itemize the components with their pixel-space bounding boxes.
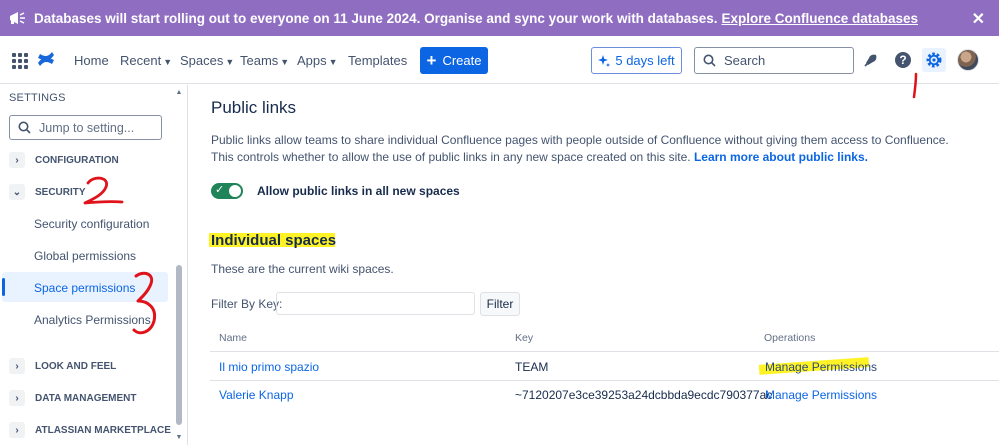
learn-more-link[interactable]: Learn more about public links. [694, 150, 868, 164]
sidebar-section-security[interactable]: ⌄ SECURITY [9, 184, 86, 200]
sidebar-search-placeholder: Jump to setting... [39, 120, 135, 135]
trial-button[interactable]: 5 days left [591, 47, 682, 74]
scroll-down-icon[interactable]: ▼ [175, 434, 183, 441]
section-label: DATA MANAGEMENT [35, 392, 137, 404]
nav-spaces[interactable]: Spaces ▼ [180, 53, 234, 68]
toggle-label: Allow public links in all new spaces [257, 184, 460, 198]
create-button[interactable]: + Create [420, 47, 488, 74]
public-links-description: Public links allow teams to share indivi… [211, 132, 971, 166]
section-label: SECURITY [35, 186, 86, 198]
close-icon[interactable]: ✕ [972, 9, 985, 29]
sparkle-icon [598, 54, 611, 67]
chevron-right-icon: › [9, 152, 25, 168]
sidebar-section-configuration[interactable]: › CONFIGURATION [9, 152, 119, 168]
sidebar-item-global-permissions[interactable]: Global permissions [34, 249, 136, 263]
banner-link[interactable]: Explore Confluence databases [721, 11, 918, 26]
column-header-name: Name [219, 332, 248, 344]
table-divider [210, 351, 999, 352]
sidebar-item-analytics-permissions[interactable]: Analytics Permissions [34, 313, 151, 327]
settings-button[interactable] [922, 48, 946, 72]
sidebar-search-input[interactable]: Jump to setting... [9, 115, 162, 140]
sidebar-section-data-management[interactable]: › DATA MANAGEMENT [9, 390, 136, 406]
scroll-up-icon[interactable]: ▲ [175, 89, 183, 96]
chevron-right-icon: › [9, 358, 25, 374]
nav-recent-label: Recent [120, 53, 162, 68]
chevron-right-icon: › [9, 390, 25, 406]
sidebar-item-space-permissions[interactable]: Space permissions [34, 281, 135, 295]
nav-templates[interactable]: Templates [348, 53, 407, 68]
chevron-down-icon: ▼ [163, 57, 173, 67]
nav-apps[interactable]: Apps ▼ [297, 53, 338, 68]
nav-apps-label: Apps [297, 53, 327, 68]
individual-spaces-title: Individual spaces [211, 232, 337, 249]
column-header-key: Key [515, 332, 534, 344]
main-content: Public links Public links allow teams to… [189, 85, 999, 445]
notification-icon [864, 54, 877, 67]
nav-spaces-label: Spaces [180, 53, 224, 68]
filter-label: Filter By Key: [211, 297, 283, 311]
plus-icon: + [426, 51, 437, 70]
announcement-banner: Databases will start rolling out to ever… [0, 0, 999, 36]
scrollbar-thumb[interactable] [176, 265, 182, 425]
table-divider [210, 380, 999, 381]
manage-permissions-link[interactable]: Manage Permissions [765, 360, 877, 374]
top-navigation: Home Recent ▼ Spaces ▼ Teams ▼ Apps ▼ Templa… [0, 36, 999, 84]
sidebar-section-look-and-feel[interactable]: › LOOK AND FEEL [9, 358, 116, 374]
manage-permissions-link[interactable]: Manage Permissions [765, 388, 877, 402]
check-icon: ✓ [215, 184, 225, 196]
toggle-knob [229, 185, 241, 197]
page-title: Public links [211, 98, 297, 117]
chevron-down-icon: ▼ [328, 57, 338, 67]
app-switcher-icon[interactable] [12, 53, 28, 69]
section-label: CONFIGURATION [35, 154, 119, 166]
search-icon [703, 54, 716, 67]
sidebar-section-atlassian-marketplace[interactable]: › ATLASSIAN MARKETPLACE [9, 422, 171, 438]
search-icon [18, 121, 31, 134]
banner-text: Databases will start rolling out to ever… [34, 10, 718, 26]
nav-home[interactable]: Home [74, 53, 109, 68]
sidebar-active-indicator [2, 278, 5, 296]
help-icon: ? [895, 52, 911, 68]
column-header-operations: Operations [764, 332, 816, 344]
nav-recent[interactable]: Recent ▼ [120, 53, 172, 68]
avatar[interactable] [957, 49, 979, 71]
megaphone-icon [10, 12, 25, 24]
spaces-description: These are the current wiki spaces. [211, 262, 394, 276]
public-links-toggle[interactable]: ✓ [211, 183, 243, 199]
notifications-button[interactable] [859, 48, 883, 72]
space-key: TEAM [515, 360, 549, 374]
search-placeholder: Search [724, 53, 766, 68]
chevron-down-icon: ▼ [225, 57, 235, 67]
search-input[interactable]: Search [694, 47, 854, 74]
chevron-right-icon: › [9, 422, 25, 438]
sidebar-item-security-configuration[interactable]: Security configuration [34, 217, 149, 231]
section-label: LOOK AND FEEL [35, 360, 117, 372]
space-key: ~7120207e3ce39253a24dcbbda9ecdc790377ac [515, 388, 773, 402]
space-name-link[interactable]: Il mio primo spazio [219, 360, 319, 374]
nav-teams[interactable]: Teams ▼ [240, 53, 289, 68]
space-name-link[interactable]: Valerie Knapp [219, 388, 294, 402]
gear-icon [926, 52, 942, 68]
svg-text:?: ? [899, 53, 906, 67]
confluence-logo[interactable] [37, 50, 55, 68]
section-label: ATLASSIAN MARKETPLACE [35, 424, 171, 436]
sidebar-title: SETTINGS [9, 92, 66, 104]
help-button[interactable]: ? [891, 48, 915, 72]
filter-button[interactable]: Filter [480, 292, 520, 316]
chevron-down-icon: ⌄ [9, 184, 25, 200]
settings-sidebar: SETTINGS Jump to setting... › CONFIGURAT… [0, 85, 188, 445]
nav-teams-label: Teams [240, 53, 279, 68]
filter-key-input[interactable] [276, 292, 475, 315]
trial-label: 5 days left [615, 53, 675, 68]
chevron-down-icon: ▼ [280, 57, 290, 67]
create-label: Create [442, 53, 482, 68]
